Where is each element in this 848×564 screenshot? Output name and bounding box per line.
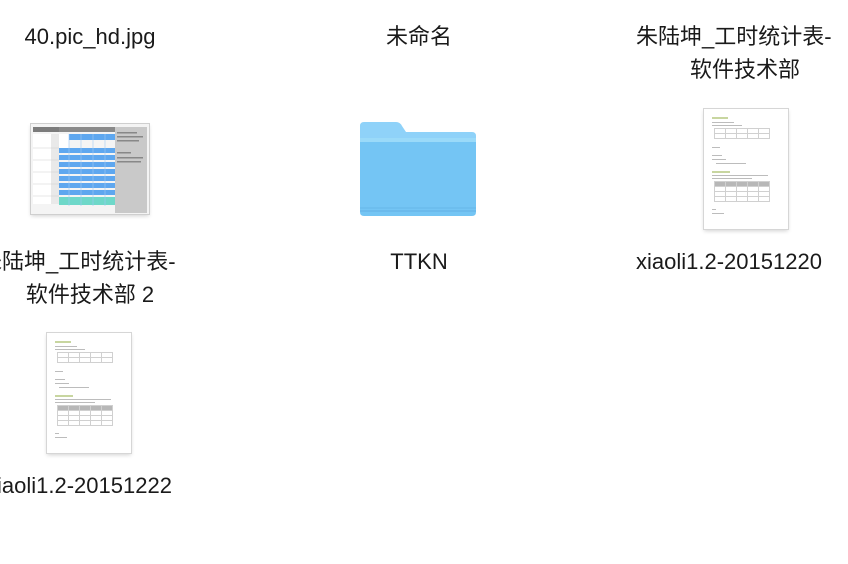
spreadsheet-thumbnail[interactable]: [31, 124, 149, 214]
document-thumbnail[interactable]: [47, 333, 131, 453]
file-label-spreadsheet-line2[interactable]: 软件技术部: [660, 55, 830, 85]
folder-icon-graphic: [360, 122, 476, 216]
file-label-spreadsheet-line1[interactable]: 朱陆坤_工时统计表-: [636, 22, 848, 52]
spreadsheet-thumbnail-graphic: [31, 124, 149, 214]
file-label-spreadsheet-2-line1[interactable]: 朱陆坤_工时统计表-: [0, 247, 198, 277]
file-label-40-pic-hd[interactable]: 40.pic_hd.jpg: [0, 22, 180, 52]
folder-label-weimingming[interactable]: 未命名: [344, 22, 494, 52]
document-thumbnail[interactable]: [704, 109, 788, 229]
file-label-xiaoli-20151220[interactable]: xiaoli1.2-20151220: [636, 247, 848, 277]
file-label-spreadsheet-2-line2[interactable]: 软件技术部 2: [0, 280, 180, 310]
file-label-xiaoli-20151222[interactable]: xiaoli1.2-20151222: [0, 471, 200, 501]
folder-icon[interactable]: [356, 120, 480, 220]
folder-label-ttkn[interactable]: TTKN: [344, 247, 494, 277]
